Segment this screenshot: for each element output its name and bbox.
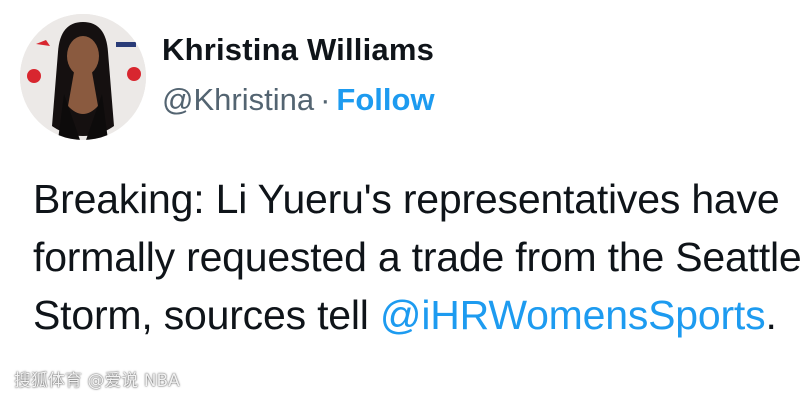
avatar-photo: [20, 14, 146, 140]
author-handle[interactable]: @Khristina: [162, 82, 314, 117]
handle-separator: ·: [320, 82, 331, 117]
author-display-name[interactable]: Khristina Williams: [162, 30, 435, 70]
follow-button[interactable]: Follow: [336, 82, 434, 117]
tweet-text: Breaking: Li Yueru's representatives hav…: [33, 170, 808, 344]
tweet-text-end: .: [765, 292, 777, 338]
mention-link[interactable]: @iHRWomensSports: [380, 292, 766, 338]
author-handle-row: @Khristina · Follow: [162, 80, 435, 120]
avatar[interactable]: [20, 14, 146, 140]
author-block: Khristina Williams @Khristina · Follow: [162, 30, 435, 120]
tweet-card: Khristina Williams @Khristina · Follow Bre…: [0, 0, 810, 402]
watermark: 搜狐体育 @爱说 NBA: [14, 371, 180, 391]
